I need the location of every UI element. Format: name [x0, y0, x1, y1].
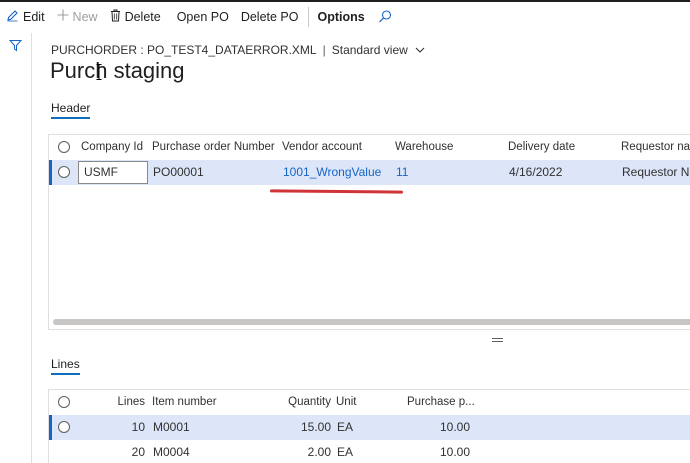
- options-label: Options: [317, 9, 365, 24]
- open-po-label: Open PO: [176, 9, 229, 24]
- lines-grid: Lines Item number Quantity Unit Purchase…: [48, 389, 690, 463]
- page-caption: PURCHORDER : PO_TEST4_DATAERROR.XML | Stan…: [51, 43, 425, 57]
- company-id-field[interactable]: USMF: [78, 161, 148, 184]
- select-all-radio[interactable]: [58, 141, 70, 153]
- horizontal-scrollbar[interactable]: [53, 319, 690, 325]
- tab-lines[interactable]: Lines: [51, 357, 80, 375]
- view-selector[interactable]: Standard view: [332, 43, 425, 57]
- column-lines[interactable]: Lines: [89, 390, 146, 415]
- filter-icon[interactable]: [8, 39, 23, 52]
- toolbar-separator: [307, 6, 309, 27]
- line-number-cell: 10: [131, 420, 145, 434]
- item-number-cell: M0004: [153, 445, 190, 459]
- plus-icon: [57, 9, 69, 24]
- delivery-date-cell: 4/16/2022: [509, 165, 563, 179]
- table-row[interactable]: 20 M0004 2.00 EA 10.00: [49, 440, 690, 463]
- caption-divider: |: [322, 43, 326, 57]
- form-caption: PURCHORDER : PO_TEST4_DATAERROR.XML: [51, 43, 317, 57]
- warehouse-link[interactable]: 11: [396, 160, 408, 185]
- edit-label: Edit: [23, 9, 45, 24]
- column-requestor[interactable]: Requestor nar: [621, 135, 690, 160]
- item-number-cell: M0001: [153, 420, 190, 434]
- header-grid: Company Id Purchase order Number Vendor …: [48, 134, 690, 330]
- tab-header[interactable]: Header: [51, 101, 91, 119]
- open-po-button[interactable]: Open PO: [167, 0, 235, 33]
- select-all-radio[interactable]: [58, 396, 70, 408]
- new-label: New: [72, 9, 98, 24]
- delete-po-label: Delete PO: [240, 9, 299, 24]
- column-purchase-price[interactable]: Purchase p...: [407, 390, 475, 415]
- requestor-cell: Requestor Na: [622, 165, 690, 179]
- table-row[interactable]: USMF PO00001 1001_WrongValue 11 4/16/202…: [49, 160, 690, 185]
- column-po-number[interactable]: Purchase order Number: [152, 135, 275, 160]
- edit-button[interactable]: Edit: [0, 0, 51, 33]
- column-quantity[interactable]: Quantity: [259, 390, 331, 415]
- trash-icon: [110, 9, 121, 25]
- delete-button[interactable]: Delete: [104, 0, 167, 33]
- po-number-cell: PO00001: [153, 165, 204, 179]
- chevron-down-icon: [412, 46, 425, 57]
- table-row[interactable]: 10 M0001 15.00 EA 10.00: [49, 415, 690, 440]
- action-pane: Edit New Delete Open PO Delete PO Option…: [0, 0, 690, 33]
- column-warehouse[interactable]: Warehouse: [395, 135, 453, 160]
- column-unit[interactable]: Unit: [336, 390, 356, 415]
- text-cursor-icon: [96, 64, 102, 80]
- column-item-number[interactable]: Item number: [152, 390, 217, 415]
- delete-po-button[interactable]: Delete PO: [235, 0, 305, 33]
- options-tab[interactable]: Options: [312, 0, 371, 33]
- top-border: [0, 0, 690, 2]
- unit-cell: EA: [337, 420, 354, 434]
- lines-grid-column-headers: Lines Item number Quantity Unit Purchase…: [49, 390, 690, 415]
- page-title: Purch staging: [50, 58, 185, 83]
- row-select-radio[interactable]: [58, 166, 70, 178]
- search-icon[interactable]: [377, 9, 393, 25]
- column-delivery-date[interactable]: Delivery date: [508, 135, 575, 160]
- unit-cell: EA: [337, 445, 354, 459]
- header-grid-column-headers: Company Id Purchase order Number Vendor …: [49, 135, 690, 160]
- delete-label: Delete: [124, 9, 161, 24]
- quantity-cell: 15.00: [300, 420, 331, 434]
- pane-splitter-handle[interactable]: [492, 338, 503, 342]
- left-nav-pane: [0, 33, 32, 463]
- purchase-price-cell: 10.00: [439, 445, 470, 459]
- column-vendor-account[interactable]: Vendor account: [282, 135, 362, 160]
- quantity-cell: 2.00: [307, 445, 331, 459]
- line-number-cell: 20: [131, 445, 145, 459]
- row-select-radio[interactable]: [58, 421, 70, 433]
- column-company-id[interactable]: Company Id: [81, 135, 143, 160]
- view-name: Standard view: [331, 43, 408, 57]
- purchase-price-cell: 10.00: [439, 420, 470, 434]
- pencil-icon: [6, 9, 19, 25]
- new-button[interactable]: New: [51, 0, 104, 33]
- vendor-account-link[interactable]: 1001_WrongValue: [283, 160, 381, 185]
